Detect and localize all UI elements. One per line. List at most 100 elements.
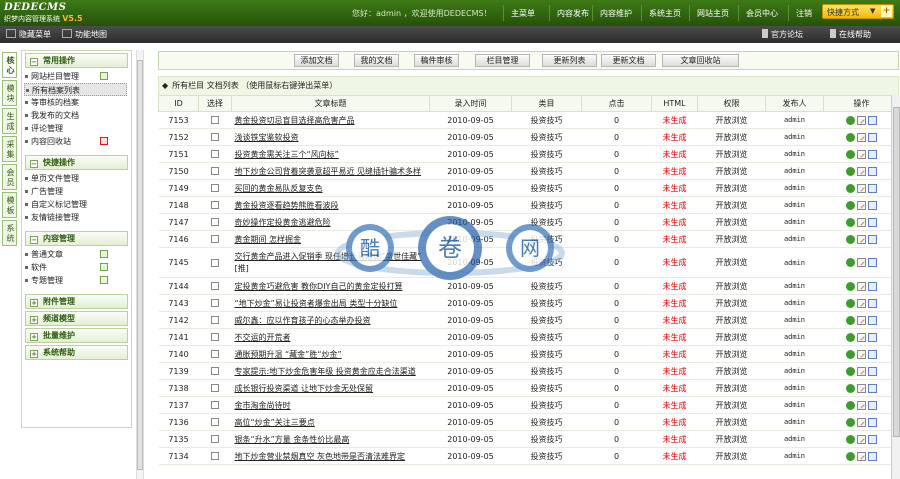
vertical-tab[interactable]: 模块	[2, 80, 17, 106]
sidebar-section-header[interactable]: − 快捷操作	[25, 155, 128, 170]
edit-icon[interactable]	[857, 115, 866, 125]
edit-icon[interactable]	[857, 166, 866, 176]
vertical-tab[interactable]: 模板	[2, 192, 17, 218]
preview-icon[interactable]	[868, 451, 877, 461]
preview-icon[interactable]	[868, 332, 877, 342]
sidebar-item[interactable]: 网站栏目管理	[22, 70, 131, 83]
preview-icon[interactable]	[868, 200, 877, 210]
article-title-link[interactable]: 成长银行投资渠道 让地下炒金无处保留	[235, 384, 374, 393]
toolbar-button[interactable]: 添加文档	[294, 54, 339, 67]
article-title-link[interactable]: 地下炒金营业禁烟真空 灰色地带是否清法难界定	[235, 452, 406, 461]
vertical-tab[interactable]: 生成	[2, 108, 17, 134]
row-category[interactable]: 投资技巧	[511, 447, 582, 465]
add-icon[interactable]	[100, 72, 108, 80]
article-title-link[interactable]: 通胀预期升温 “藏金”胜“炒金”	[235, 350, 342, 359]
edit-icon[interactable]	[857, 451, 866, 461]
row-category[interactable]: 投资技巧	[511, 328, 582, 346]
sidebar-scroll-thumb[interactable]	[137, 60, 143, 470]
top-nav-item[interactable]: 网站主页	[697, 8, 729, 19]
edit-icon[interactable]	[857, 217, 866, 227]
toolbar-button[interactable]: 更新列表	[542, 54, 597, 67]
hide-menu-button[interactable]: 隐藏菜单	[6, 29, 51, 40]
edit-icon[interactable]	[857, 383, 866, 393]
row-category[interactable]: 投资技巧	[511, 294, 582, 312]
sidebar-item[interactable]: 广告管理	[22, 185, 131, 198]
view-icon[interactable]	[846, 281, 855, 291]
plus-icon[interactable]: +	[881, 6, 892, 17]
row-checkbox[interactable]	[211, 184, 219, 192]
edit-icon[interactable]	[857, 298, 866, 308]
row-category[interactable]: 投资技巧	[511, 196, 582, 214]
row-checkbox[interactable]	[211, 367, 219, 375]
view-icon[interactable]	[846, 366, 855, 376]
edit-icon[interactable]	[857, 315, 866, 325]
row-checkbox[interactable]	[211, 299, 219, 307]
edit-icon[interactable]	[857, 258, 866, 267]
edit-icon[interactable]	[857, 366, 866, 376]
view-icon[interactable]	[846, 383, 855, 393]
sidebar-scrollbar[interactable]	[136, 50, 144, 479]
preview-icon[interactable]	[868, 298, 877, 308]
preview-icon[interactable]	[868, 183, 877, 193]
sidebar-section-header[interactable]: + 频道模型	[25, 311, 128, 326]
view-icon[interactable]	[846, 166, 855, 176]
article-title-link[interactable]: 威尔鑫：应以作育孩子的心态举办投资	[235, 316, 371, 325]
top-nav-item[interactable]: 注销	[796, 8, 812, 19]
view-icon[interactable]	[846, 451, 855, 461]
row-category[interactable]: 投资技巧	[511, 179, 582, 197]
toolbar-button[interactable]: 文章回收站	[662, 54, 739, 67]
sidebar-section-header[interactable]: − 内容管理	[25, 231, 128, 246]
sidebar-section-header[interactable]: − 常用操作	[25, 53, 128, 68]
article-title-link[interactable]: 黄金投资切忌盲目选择高危害产品	[235, 116, 355, 125]
row-checkbox[interactable]	[211, 333, 219, 341]
view-icon[interactable]	[846, 217, 855, 227]
preview-icon[interactable]	[868, 217, 877, 227]
row-checkbox[interactable]	[211, 384, 219, 392]
vertical-tab[interactable]: 会员	[2, 164, 17, 190]
view-icon[interactable]	[846, 258, 855, 267]
row-checkbox[interactable]	[211, 316, 219, 324]
main-scroll-thumb[interactable]	[893, 107, 900, 437]
edit-icon[interactable]	[857, 132, 866, 142]
view-icon[interactable]	[846, 132, 855, 142]
row-checkbox[interactable]	[211, 258, 219, 267]
article-title-link[interactable]: 不交运的开荒者	[235, 333, 291, 342]
row-category[interactable]: 投资技巧	[511, 145, 582, 163]
row-checkbox[interactable]	[211, 452, 219, 460]
article-title-link[interactable]: 定投黄金巧避危害 教你DIY自己的黄金定投打算	[235, 282, 403, 291]
row-checkbox[interactable]	[211, 350, 219, 358]
sidebar-item[interactable]: 普通文章	[22, 248, 131, 261]
add-icon[interactable]	[100, 250, 108, 258]
preview-icon[interactable]	[868, 149, 877, 159]
row-checkbox[interactable]	[211, 116, 219, 124]
preview-icon[interactable]	[868, 434, 877, 444]
preview-icon[interactable]	[868, 417, 877, 427]
row-category[interactable]: 投资技巧	[511, 430, 582, 448]
preview-icon[interactable]	[868, 234, 877, 244]
sidebar-item[interactable]: 内容回收站	[22, 135, 131, 148]
row-checkbox[interactable]	[211, 218, 219, 226]
sidebar-item[interactable]: 自定义标记管理	[22, 198, 131, 211]
add-icon[interactable]	[100, 276, 108, 284]
help-link[interactable]: 在线帮助	[830, 29, 871, 40]
view-icon[interactable]	[846, 234, 855, 244]
row-category[interactable]: 投资技巧	[511, 277, 582, 295]
vertical-tab[interactable]: 系统	[2, 220, 17, 246]
edit-icon[interactable]	[857, 183, 866, 193]
article-title-link[interactable]: 买回的黄金易队反复支色	[235, 184, 323, 193]
preview-icon[interactable]	[868, 366, 877, 376]
edit-icon[interactable]	[857, 200, 866, 210]
preview-icon[interactable]	[868, 281, 877, 291]
preview-icon[interactable]	[868, 258, 877, 267]
delete-icon[interactable]	[100, 137, 108, 145]
row-checkbox[interactable]	[211, 418, 219, 426]
row-category[interactable]: 投资技巧	[511, 111, 582, 129]
view-icon[interactable]	[846, 298, 855, 308]
edit-icon[interactable]	[857, 400, 866, 410]
row-checkbox[interactable]	[211, 282, 219, 290]
view-icon[interactable]	[846, 400, 855, 410]
top-nav-item[interactable]: 内容维护	[600, 8, 632, 19]
toolbar-button[interactable]: 稿件审核	[414, 54, 459, 67]
preview-icon[interactable]	[868, 166, 877, 176]
sidebar-item[interactable]: 所有档案列表	[24, 83, 127, 96]
